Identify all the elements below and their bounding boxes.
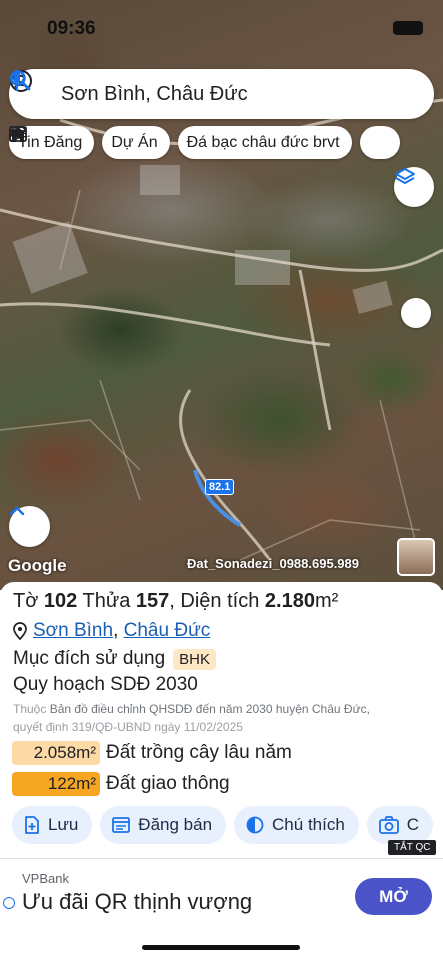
- commune-link[interactable]: Sơn Bình: [33, 620, 113, 642]
- map-control-dot[interactable]: [401, 298, 431, 328]
- note-line-1: Bản đồ điều chỉnh QHSDĐ đến năm 2030 huy…: [49, 702, 370, 716]
- chip-label: Dự Án: [111, 133, 158, 151]
- layers-icon: [395, 168, 415, 184]
- ad-banner[interactable]: VPBank Ưu đãi QR thịnh vượng MỞ: [0, 858, 443, 928]
- action-label: C: [406, 815, 420, 834]
- sheet-label: Tờ: [13, 590, 39, 612]
- satellite-map[interactable]: 09:36 Sơn Bình, Châu Đức Tin Đăng Dự Án …: [0, 0, 443, 590]
- ad-info-icon[interactable]: [3, 897, 15, 909]
- zone-area-chip: 122m²: [12, 772, 100, 796]
- action-label: Lưu: [48, 815, 79, 834]
- post-icon: [112, 817, 131, 833]
- district-link[interactable]: Châu Đức: [124, 620, 211, 642]
- chip-saved-search[interactable]: Đá bạc châu đức brvt: [9, 126, 352, 159]
- location-separator: ,: [113, 620, 124, 641]
- camera-button[interactable]: C: [366, 806, 434, 844]
- hide-ad-button[interactable]: TẮT QC: [388, 840, 437, 855]
- zone-label: Đất trồng cây lâu năm: [106, 742, 292, 763]
- chevron-up-icon: [9, 506, 25, 516]
- plan-note: Thuộc Bản đồ điều chỉnh QHSDĐ đến năm 20…: [13, 700, 441, 736]
- layers-button[interactable]: [394, 167, 434, 207]
- filter-chips: Tin Đăng Dự Án Đá bạc châu đức brvt: [9, 126, 400, 159]
- purpose-badge: BHK: [173, 648, 216, 670]
- parcel-info-panel: Tờ 102 Thửa 157, Diện tích 2.180m² Sơn B…: [0, 582, 443, 960]
- ad-headline: Ưu đãi QR thịnh vượng: [22, 889, 253, 914]
- purpose-label: Mục đích sử dụng: [13, 648, 166, 669]
- area-label: , Diện tích: [169, 590, 260, 612]
- chip-label: Tin Đăng: [18, 133, 83, 151]
- area-value: 2.180: [264, 590, 315, 612]
- note-line-2: quyết định 319/QĐ-UBND ngày 11/02/2025: [13, 720, 243, 734]
- action-label: Chú thích: [272, 815, 345, 834]
- search-bar[interactable]: Sơn Bình, Châu Đức: [9, 69, 434, 119]
- legend-button[interactable]: Chú thích: [234, 806, 359, 844]
- action-buttons: Lưu Đăng bán Chú thích C: [12, 806, 434, 844]
- area-unit: m²: [314, 590, 339, 612]
- zone-row: 122m² Đất giao thông: [12, 772, 230, 796]
- google-logo: Google: [8, 556, 67, 575]
- wifi-icon: [393, 21, 411, 34]
- parcel-title: Tờ 102 Thửa 157, Diện tích 2.180m²: [13, 590, 338, 613]
- parcel-label: Thửa: [82, 590, 131, 612]
- chip-label: Đá bạc châu đức brvt: [186, 133, 340, 151]
- plan-title: Quy hoạch SDĐ 2030: [13, 674, 198, 695]
- home-indicator[interactable]: [142, 945, 300, 950]
- action-label: Đăng bán: [138, 815, 213, 834]
- legend-icon: [246, 816, 264, 834]
- ad-open-button[interactable]: MỞ: [355, 878, 432, 915]
- post-sale-button[interactable]: Đăng bán: [100, 806, 227, 844]
- search-query[interactable]: Sơn Bình, Châu Đức: [61, 83, 360, 106]
- land-use-purpose: Mục đích sử dụng BHK: [13, 648, 216, 670]
- parcel-number: 157: [135, 590, 170, 612]
- map-watermark: Đat_Sonadezi_0988.695.989: [187, 556, 359, 571]
- camera-icon: [378, 816, 399, 834]
- zone-area-chip: 2.058m²: [12, 741, 100, 765]
- chip-du-an[interactable]: Dự Án: [10, 126, 170, 159]
- status-icons: [393, 21, 423, 35]
- chip-more[interactable]: [9, 126, 400, 159]
- save-button[interactable]: Lưu: [12, 806, 93, 844]
- search-icon[interactable]: [10, 70, 392, 110]
- note-prefix: Thuộc: [13, 702, 47, 716]
- zone-row: 2.058m² Đất trồng cây lâu năm: [12, 741, 292, 765]
- save-icon: [25, 816, 39, 834]
- road-label: 82.1: [205, 479, 235, 495]
- ad-brand: VPBank: [22, 871, 69, 886]
- parcel-location: Sơn Bình, Châu Đức: [13, 620, 210, 642]
- avatar[interactable]: [397, 538, 435, 576]
- expand-up-button[interactable]: [9, 506, 50, 547]
- microphone-icon[interactable]: [10, 70, 424, 110]
- sheet-number: 102: [43, 590, 78, 612]
- status-time: 09:36: [47, 18, 96, 39]
- ruler-icon: [9, 126, 25, 142]
- location-pin-icon: [13, 622, 27, 640]
- zone-label: Đất giao thông: [106, 773, 230, 794]
